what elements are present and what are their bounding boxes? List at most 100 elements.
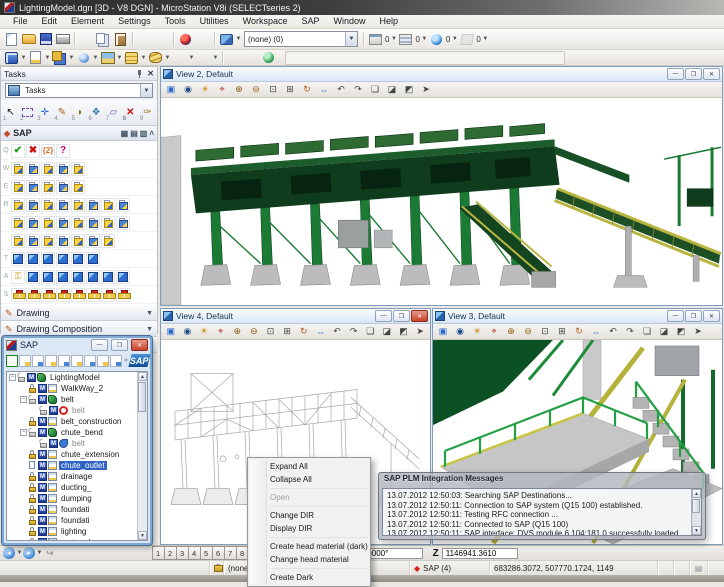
scroll-up-icon[interactable]: ▲ <box>692 489 701 498</box>
clip-mask-icon[interactable]: ◩ <box>673 324 689 339</box>
menu-item[interactable]: Workspace <box>236 15 295 28</box>
sap-tool-icon[interactable] <box>56 288 70 302</box>
sap-tool-icon[interactable] <box>11 270 25 284</box>
sap-tool-icon[interactable] <box>116 270 130 284</box>
transparency-icon[interactable] <box>123 50 140 66</box>
sap-tool-icon[interactable] <box>11 216 25 230</box>
view-next-icon[interactable]: ↷ <box>622 324 638 339</box>
sap-tool-icon[interactable] <box>71 180 85 194</box>
task-section-bar[interactable]: ✎ Drawing Composition ▼ <box>1 321 157 337</box>
sap-tool-icon[interactable] <box>56 180 70 194</box>
close-button[interactable]: ✕ <box>131 339 148 351</box>
sap-tool-icon[interactable] <box>86 270 100 284</box>
line-weight-icon[interactable] <box>99 50 116 66</box>
close-button[interactable]: ✕ <box>703 310 720 322</box>
sap-tool-icon[interactable] <box>41 216 55 230</box>
tree-item[interactable]: M drainage <box>7 471 138 482</box>
context-menu-item[interactable]: Collapse All <box>248 473 370 486</box>
fence[interactable]: 2 <box>19 102 36 122</box>
render-mode-icon[interactable]: ◉ <box>452 324 468 339</box>
close-button[interactable]: ✕ <box>703 68 720 80</box>
sap-tool-icon[interactable] <box>101 288 115 302</box>
dropdown-arrow-icon[interactable]: ▼ <box>188 55 195 61</box>
tree-item[interactable]: M chute_bend <box>7 427 138 438</box>
minimize-button[interactable]: — <box>91 339 108 351</box>
render-mode-icon[interactable]: ◉ <box>180 82 196 97</box>
layout-grid-icon[interactable]: ▦ <box>121 129 129 138</box>
chevron-down-icon[interactable]: ▼ <box>146 310 153 317</box>
scroll-up-icon[interactable]: ▲ <box>138 372 147 381</box>
view-brightness-icon[interactable]: ☀ <box>197 82 213 97</box>
zoom-out-icon[interactable]: ⊖ <box>520 324 536 339</box>
point-cloud-icon[interactable] <box>428 31 445 47</box>
minimize-button[interactable]: — <box>667 310 684 322</box>
dropdown-arrow-icon[interactable]: ▼ <box>421 36 428 42</box>
sap-tool-icon[interactable] <box>101 270 115 284</box>
sap-tool-icon[interactable] <box>71 288 85 302</box>
sap-tool-icon[interactable] <box>41 234 55 248</box>
change-attributes[interactable]: ✎ 4 <box>53 102 70 122</box>
window-area-icon[interactable]: ⊡ <box>265 82 281 97</box>
context-menu-item[interactable]: Display DIR <box>248 522 370 535</box>
messages-scrollbar[interactable]: ▲ ▼ <box>691 489 701 535</box>
menu-item[interactable]: SAP <box>294 15 326 28</box>
layout-rows-icon[interactable]: ▥ <box>140 129 148 138</box>
sap-tool-icon[interactable] <box>86 288 100 302</box>
dropdown-arrow-icon[interactable]: ▼ <box>451 36 458 42</box>
sap-tool-icon[interactable] <box>26 144 40 158</box>
sap-tool-icon[interactable] <box>86 216 100 230</box>
copy-view-icon[interactable]: ❏ <box>367 82 383 97</box>
dropdown-arrow-icon[interactable]: ▼ <box>92 55 99 61</box>
rename-doc-icon[interactable] <box>71 355 83 367</box>
render-mode-icon[interactable]: ◉ <box>180 324 196 339</box>
fit-view-icon[interactable]: ⊞ <box>554 324 570 339</box>
sap-tool-icon[interactable] <box>71 162 85 176</box>
menu-item[interactable]: Element <box>64 15 111 28</box>
menu-item[interactable]: Help <box>373 15 406 28</box>
tree-expand-toggle[interactable] <box>20 429 27 436</box>
sap-tool-icon[interactable] <box>116 288 130 302</box>
pointer-reset-icon[interactable]: ↪ <box>46 548 54 559</box>
tree-item[interactable]: M chute_outlet <box>7 460 138 471</box>
sap-tool-icon[interactable] <box>101 198 115 212</box>
view-next-icon[interactable]: ↷ <box>350 82 366 97</box>
sap-tool-icon[interactable] <box>26 234 40 248</box>
sap-section-header[interactable]: ◆ SAP ▦ ▤ ▥ ˄ <box>1 126 157 141</box>
clip-volume-icon[interactable]: ◪ <box>656 324 672 339</box>
z-input[interactable] <box>442 548 518 559</box>
tree-item[interactable]: M chute_extension <box>7 449 138 460</box>
new-doc-icon[interactable] <box>19 355 31 367</box>
fit-view-icon[interactable]: ⊞ <box>282 82 298 97</box>
tree-item[interactable]: M WalkWay_2 <box>7 383 138 394</box>
sap-tool-icon[interactable] <box>116 216 130 230</box>
sap-tool-icon[interactable] <box>41 252 55 266</box>
render-icon[interactable] <box>260 50 277 66</box>
pan-view-icon[interactable]: ⇔ <box>316 82 332 97</box>
rotate-view-icon[interactable]: ↻ <box>299 82 315 97</box>
context-menu-item[interactable]: Create head material (dark) <box>248 540 370 553</box>
flag-doc-icon[interactable] <box>84 355 96 367</box>
clip-volume-icon[interactable]: ◪ <box>384 82 400 97</box>
copy-view-icon[interactable]: ❏ <box>363 324 379 339</box>
sap-tool-icon[interactable] <box>11 180 25 194</box>
cells[interactable]: ▱ 7 <box>105 102 122 122</box>
sap-tool-icon[interactable] <box>26 288 40 302</box>
pin-icon[interactable] <box>135 70 143 78</box>
sap-tool-icon[interactable] <box>56 162 70 176</box>
tree-item[interactable]: M ducting_ <box>7 482 138 493</box>
sap-tool-icon[interactable] <box>41 270 55 284</box>
dropdown-arrow-icon[interactable]: ▼ <box>140 84 152 97</box>
sap-tool-icon[interactable] <box>11 252 25 266</box>
restore-button[interactable]: ❐ <box>685 310 702 322</box>
scroll-down-icon[interactable]: ▼ <box>692 526 701 535</box>
sap-tool-icon[interactable] <box>71 216 85 230</box>
cut-icon[interactable] <box>78 31 95 47</box>
dropdown-arrow-icon[interactable]: ▼ <box>140 55 147 61</box>
docs-icon[interactable] <box>58 355 70 367</box>
sap-tool-icon[interactable] <box>101 216 115 230</box>
sap-tool-icon[interactable] <box>11 144 25 158</box>
priority-icon[interactable] <box>147 50 164 66</box>
active-color-icon[interactable] <box>51 50 68 66</box>
open-file-icon[interactable] <box>20 31 37 47</box>
tree-item[interactable]: M lighting <box>7 526 138 537</box>
